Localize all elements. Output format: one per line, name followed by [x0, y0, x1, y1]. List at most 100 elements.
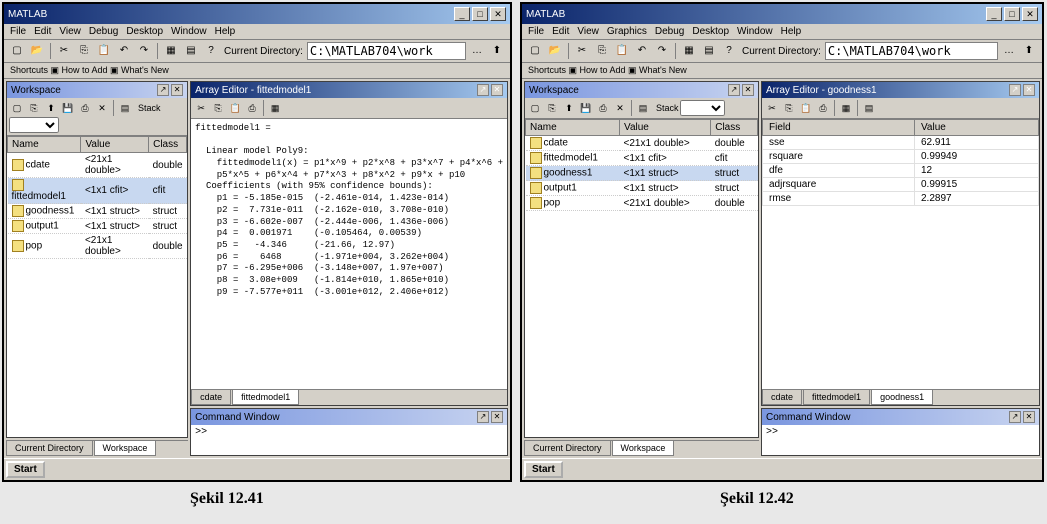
- close-button[interactable]: ✕: [490, 7, 506, 21]
- import-icon[interactable]: ⬆: [43, 100, 59, 116]
- stack-select[interactable]: [9, 117, 59, 133]
- undock-icon[interactable]: ↗: [157, 84, 169, 96]
- panel-close-icon[interactable]: ✕: [171, 84, 183, 96]
- array-editor-titlebar[interactable]: Array Editor - goodness1 ↗ ✕: [762, 82, 1039, 98]
- redo-icon[interactable]: ↷: [135, 42, 153, 60]
- close-button[interactable]: ✕: [1022, 7, 1038, 21]
- shortcuts-bar[interactable]: Shortcuts ▣ How to Add ▣ What's New: [522, 63, 1042, 79]
- open-var-icon[interactable]: ⎘: [544, 100, 560, 116]
- undock-icon[interactable]: ↗: [1009, 84, 1021, 96]
- command-prompt[interactable]: >>: [191, 425, 507, 455]
- table-row[interactable]: pop<21x1 double>double: [8, 234, 187, 259]
- table-row[interactable]: sse62.911: [763, 136, 1039, 150]
- cut-icon[interactable]: ✂: [193, 100, 209, 116]
- open-icon[interactable]: 📂: [28, 42, 46, 60]
- new-var-icon[interactable]: ▢: [9, 100, 25, 116]
- grid-icon[interactable]: ▦: [267, 100, 283, 116]
- browse-icon[interactable]: …: [468, 42, 486, 60]
- help-icon[interactable]: ?: [720, 42, 738, 60]
- menu-debug[interactable]: Debug: [655, 26, 684, 37]
- col-field[interactable]: Field: [763, 120, 915, 136]
- guide-icon[interactable]: ▤: [182, 42, 200, 60]
- save-icon[interactable]: 💾: [60, 100, 76, 116]
- col-name[interactable]: Name: [526, 120, 620, 136]
- current-directory-input[interactable]: [307, 42, 466, 60]
- copy-icon[interactable]: ⎘: [210, 100, 226, 116]
- menu-view[interactable]: View: [577, 26, 599, 37]
- panel-close-icon[interactable]: ✕: [1023, 84, 1035, 96]
- minimize-button[interactable]: _: [986, 7, 1002, 21]
- cut-icon[interactable]: ✂: [764, 100, 780, 116]
- panel-close-icon[interactable]: ✕: [491, 84, 503, 96]
- array-editor-titlebar[interactable]: Array Editor - fittedmodel1 ↗ ✕: [191, 82, 507, 98]
- cut-icon[interactable]: ✂: [573, 42, 591, 60]
- stack-select[interactable]: [680, 100, 725, 116]
- menu-file[interactable]: File: [10, 26, 26, 37]
- maximize-button[interactable]: □: [472, 7, 488, 21]
- table-row[interactable]: fittedmodel1<1x1 cfit>cfit: [526, 151, 758, 166]
- start-button[interactable]: Start: [524, 461, 563, 478]
- guide-icon[interactable]: ▤: [700, 42, 718, 60]
- plot-icon[interactable]: ▤: [635, 100, 651, 116]
- menu-help[interactable]: Help: [215, 26, 236, 37]
- undock-icon[interactable]: ↗: [1009, 411, 1021, 423]
- command-prompt[interactable]: >>: [762, 425, 1039, 455]
- current-directory-input[interactable]: [825, 42, 998, 60]
- up-dir-icon[interactable]: ⬆: [488, 42, 506, 60]
- panel-close-icon[interactable]: ✕: [1023, 411, 1035, 423]
- shortcuts-bar[interactable]: Shortcuts ▣ How to Add ▣ What's New: [4, 63, 510, 79]
- menu-edit[interactable]: Edit: [552, 26, 569, 37]
- menu-graphics[interactable]: Graphics: [607, 26, 647, 37]
- col-class[interactable]: Class: [149, 137, 187, 153]
- menu-view[interactable]: View: [59, 26, 81, 37]
- table-row[interactable]: rsquare0.99949: [763, 150, 1039, 164]
- cut-icon[interactable]: ✂: [55, 42, 73, 60]
- menu-help[interactable]: Help: [781, 26, 802, 37]
- new-var-icon[interactable]: ▢: [527, 100, 543, 116]
- save-icon[interactable]: 💾: [578, 100, 594, 116]
- fittedmodel-display[interactable]: fittedmodel1 = Linear model Poly9: fitte…: [191, 119, 507, 389]
- menu-window[interactable]: Window: [737, 26, 773, 37]
- table-row[interactable]: adjrsquare0.99915: [763, 178, 1039, 192]
- delete-icon[interactable]: ✕: [94, 100, 110, 116]
- col-value[interactable]: Value: [81, 137, 149, 153]
- print-icon[interactable]: ⎙: [595, 100, 611, 116]
- menu-desktop[interactable]: Desktop: [692, 26, 729, 37]
- open-icon[interactable]: 📂: [546, 42, 564, 60]
- undo-icon[interactable]: ↶: [633, 42, 651, 60]
- up-dir-icon[interactable]: ⬆: [1020, 42, 1038, 60]
- table-row[interactable]: dfe12: [763, 164, 1039, 178]
- col-value[interactable]: Value: [915, 120, 1039, 136]
- tab-cdate[interactable]: cdate: [762, 390, 802, 405]
- paste-icon[interactable]: 📋: [95, 42, 113, 60]
- menu-window[interactable]: Window: [171, 26, 207, 37]
- print-icon[interactable]: ⎙: [77, 100, 93, 116]
- paste-icon[interactable]: 📋: [613, 42, 631, 60]
- table-row[interactable]: output1<1x1 struct>struct: [526, 181, 758, 196]
- tab-fittedmodel1[interactable]: fittedmodel1: [232, 390, 299, 405]
- copy-icon[interactable]: ⎘: [781, 100, 797, 116]
- menu-debug[interactable]: Debug: [89, 26, 118, 37]
- tab-goodness1[interactable]: goodness1: [871, 390, 933, 405]
- tab-fittedmodel1[interactable]: fittedmodel1: [803, 390, 870, 405]
- menu-desktop[interactable]: Desktop: [126, 26, 163, 37]
- help-icon[interactable]: ?: [202, 42, 220, 60]
- tab-cdate[interactable]: cdate: [191, 390, 231, 405]
- table-row[interactable]: goodness1<1x1 struct>struct: [526, 166, 758, 181]
- undock-icon[interactable]: ↗: [477, 84, 489, 96]
- menu-file[interactable]: File: [528, 26, 544, 37]
- maximize-button[interactable]: □: [1004, 7, 1020, 21]
- print-icon[interactable]: ⎙: [244, 100, 260, 116]
- paste-icon[interactable]: 📋: [798, 100, 814, 116]
- titlebar[interactable]: MATLAB _ □ ✕: [522, 4, 1042, 24]
- menu-edit[interactable]: Edit: [34, 26, 51, 37]
- start-button[interactable]: Start: [6, 461, 45, 478]
- workspace-titlebar[interactable]: Workspace ↗ ✕: [525, 82, 758, 98]
- undock-icon[interactable]: ↗: [477, 411, 489, 423]
- panel-close-icon[interactable]: ✕: [491, 411, 503, 423]
- titlebar[interactable]: MATLAB _ □ ✕: [4, 4, 510, 24]
- tab-current-directory[interactable]: Current Directory: [6, 441, 93, 456]
- simulink-icon[interactable]: ▦: [162, 42, 180, 60]
- copy-icon[interactable]: ⎘: [75, 42, 93, 60]
- paste-icon[interactable]: 📋: [227, 100, 243, 116]
